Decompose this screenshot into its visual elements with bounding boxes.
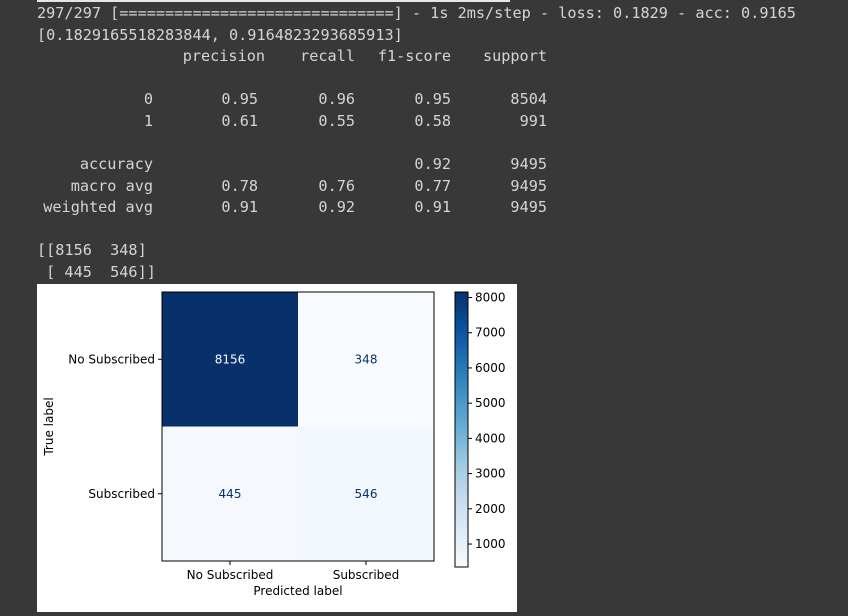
row-precision: 0.95 [221,90,258,108]
row-recall: 0.55 [318,111,355,130]
colorbar-tick-label: 3000 [475,467,506,481]
row-f1: 0.58 [414,111,451,130]
row-support: 9495 [510,198,547,217]
row-precision: 0.78 [221,176,258,195]
report-row: weighted avg 0.91 0.92 0.91 9495 [37,197,557,219]
header-precision: precision [182,47,265,65]
row-recall: 0.76 [318,176,355,195]
y-tick-label: No Subscribed [68,352,155,366]
report-row: accuracy 0.92 9495 [37,154,557,176]
evaluation-result: [0.1829165518283844, 0.9164823293685913] [37,25,403,44]
header-f1-score: f1-score [377,47,451,65]
cell-value-label: 445 [219,487,242,501]
colorbar-tick-label: 8000 [475,290,506,304]
cell-value-label: 8156 [215,352,246,366]
row-precision: 0.91 [221,198,258,217]
row-label: 1 [143,111,153,130]
y-axis-label: True label [42,397,56,456]
row-label: macro avg [70,176,153,195]
row-f1: 0.91 [414,198,451,217]
output-top-border [37,0,510,2]
colorbar-tick-label: 5000 [475,396,506,410]
row-f1: 0.92 [414,155,451,173]
colorbar-tick-label: 1000 [475,537,506,551]
colorbar [454,291,469,568]
progress-line: 297/297 [==============================]… [37,4,796,22]
x-tick-label: Subscribed [333,568,400,582]
row-recall: 0.92 [318,198,355,217]
cell-value-label: 348 [355,352,378,366]
y-tick-label: Subscribed [88,487,155,501]
report-row: macro avg 0.78 0.76 0.77 9495 [37,176,557,198]
header-recall: recall [300,47,355,65]
report-header-row: precision recall f1-score support [37,46,557,68]
x-tick-label: No Subscribed [187,568,274,582]
colorbar-tick-label: 7000 [475,326,506,340]
row-label: 0 [143,90,153,108]
colorbar-tick-label: 6000 [475,361,506,375]
cell-value-label: 546 [355,487,378,501]
x-axis-label: Predicted label [253,584,342,598]
row-recall: 0.96 [318,90,355,108]
row-f1: 0.95 [414,90,451,108]
row-precision: 0.61 [221,111,258,130]
confusion-matrix-text-line: [[8156 348] [37,241,147,259]
report-row: 0 0.95 0.96 0.95 8504 [37,89,557,111]
row-support: 9495 [510,176,547,195]
confusion-matrix-plot: 8156 348 445 546 No Subscribed Subscribed No S… [37,284,517,612]
row-support: 8504 [510,90,547,108]
confusion-matrix-svg: 8156 348 445 546 No Subscribed Subscribed No S… [42,290,506,598]
row-support: 9495 [510,155,547,173]
row-support: 991 [519,111,547,130]
row-label: weighted avg [43,198,153,217]
colorbar-tick-label: 4000 [475,431,506,445]
report-row: 1 0.61 0.55 0.58 991 [37,111,557,133]
confusion-matrix-text-line: [ 445 546]] [37,262,156,281]
row-label: accuracy [79,155,153,173]
colorbar-tick-label: 2000 [475,502,506,516]
row-f1: 0.77 [414,176,451,195]
header-support: support [482,47,547,65]
